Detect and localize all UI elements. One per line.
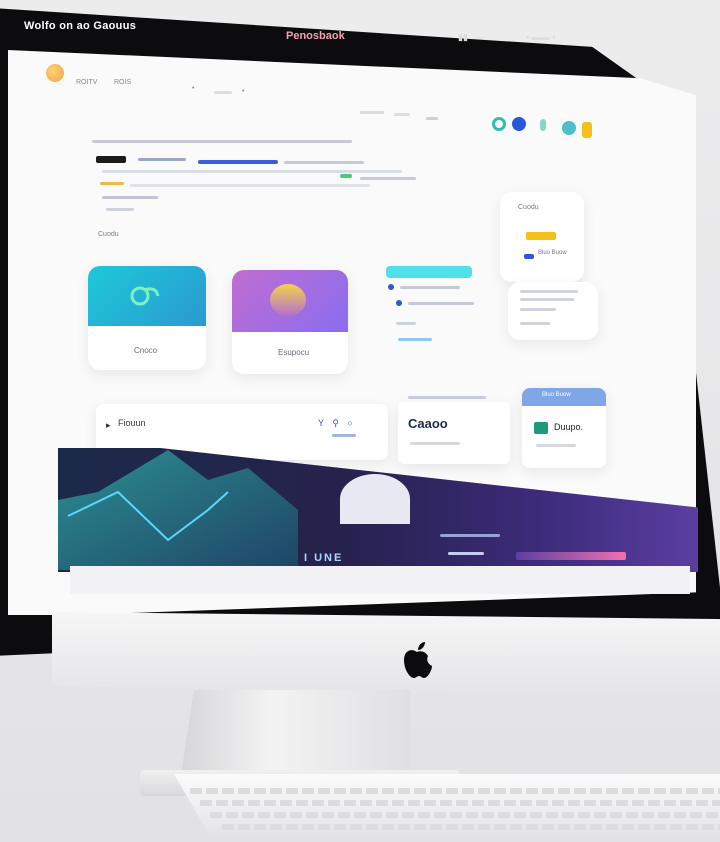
card-purple[interactable]: Esupocu [232, 270, 348, 374]
search-action-icons[interactable]: Y ⚲ ○ [318, 418, 356, 429]
right-lower-line-1 [520, 290, 578, 293]
bottom-right-header: Bluo Buow [522, 388, 606, 406]
header-line-6 [130, 184, 370, 187]
bottom-card-title: Caaoo [408, 416, 448, 431]
bottom-right-button[interactable]: Bluo Buow [542, 392, 571, 398]
bottom-right-card[interactable]: Bluo Buow Duupo. [522, 388, 606, 468]
nav-dot-icon-2: • [242, 88, 245, 95]
mountain-graphic [58, 450, 298, 570]
bottom-card[interactable]: Caaoo [398, 396, 510, 464]
right-card-tag: Bluo Buow [538, 250, 567, 256]
topbar-text-line-3 [426, 117, 438, 120]
wifi-icon: ▮▮ [458, 32, 468, 42]
key-row-1 [190, 788, 720, 794]
card-teal-header [88, 266, 206, 326]
banner-line-2 [448, 552, 484, 555]
list-bullet-1 [388, 284, 394, 290]
header-green-tag [340, 174, 352, 178]
nav-line [214, 91, 232, 94]
section-label: Cuodu [98, 231, 119, 238]
right-lower-line-2 [520, 298, 574, 301]
bottom-right-text: Duupo. [554, 422, 584, 432]
keyboard[interactable] [174, 774, 720, 836]
list-line-1 [400, 286, 460, 289]
search-icon[interactable]: ▸ [106, 420, 111, 431]
banner-gradient-bar [516, 552, 626, 560]
notification-badge-icon[interactable] [582, 122, 592, 138]
menubar-line-icon: — [478, 32, 487, 42]
key-row-4 [222, 824, 720, 830]
header-line-3 [284, 161, 364, 164]
apple-logo-icon [404, 642, 432, 678]
monitor-stand [180, 690, 410, 782]
app-logo[interactable] [46, 64, 64, 82]
bottom-card-line [410, 442, 460, 445]
bell-icon[interactable] [512, 117, 526, 131]
planet-icon [270, 284, 306, 316]
mail-icon[interactable] [492, 117, 506, 131]
right-lower-line-4 [520, 322, 550, 325]
search-sub-line [332, 434, 356, 437]
right-card-yellow-bar [526, 232, 556, 240]
card-teal[interactable]: Cnoco [88, 266, 206, 370]
header-dark-pill [96, 156, 126, 163]
right-card-title: Cuodu [518, 204, 539, 211]
header-line-5 [360, 177, 416, 180]
doc-icon [534, 422, 548, 434]
topbar-text-line-2 [394, 113, 410, 116]
search-input[interactable]: Fiouun [118, 418, 146, 428]
header-line-1 [92, 140, 352, 143]
right-card-tag-icon [524, 254, 534, 259]
header-line-8 [106, 208, 134, 211]
key-row-3 [210, 812, 720, 818]
header-line-7 [102, 196, 158, 199]
card-purple-label: Esupocu [278, 348, 310, 357]
link-icon [130, 286, 160, 306]
banner-text: I UNE [304, 552, 344, 564]
header-yellow-tag [100, 182, 124, 185]
right-lower-line-3 [520, 308, 556, 311]
settings-icon[interactable] [540, 119, 546, 131]
battery-icon: ▪ ▬▬ ▪ [526, 32, 556, 42]
list-line-4 [398, 338, 432, 341]
computer-monitor: Wolfo on ao Gaouus Penosbaok ▮▮ — ▪ ▬▬ ▪… [0, 0, 720, 842]
header-link-line[interactable] [198, 160, 278, 164]
banner-circle-graphic [340, 474, 410, 524]
right-card-lower[interactable] [508, 282, 598, 340]
header-line-2 [138, 158, 186, 161]
nav-item-1[interactable]: ROITV [76, 79, 97, 86]
topbar-text-line [360, 111, 384, 114]
menubar: Wolfo on ao Gaouus Penosbaok ▮▮ — ▪ ▬▬ ▪ [0, 18, 720, 50]
key-row-2 [200, 800, 720, 806]
list-bullet-2 [396, 300, 402, 306]
nav-item-2[interactable]: ROIS [114, 79, 131, 86]
bottom-right-line [536, 444, 576, 447]
card-teal-label: Cnoco [134, 346, 158, 355]
list-line-3 [396, 322, 416, 325]
bottom-strip [70, 566, 690, 594]
bottom-card-top-line [408, 396, 486, 399]
right-card[interactable]: Cuodu Bluo Buow [500, 192, 584, 282]
banner-line-1 [440, 534, 500, 537]
profile-icon[interactable] [562, 121, 576, 135]
card-purple-header [232, 270, 348, 332]
nav-dot-icon: • [192, 85, 195, 92]
header-line-4 [102, 170, 402, 173]
menubar-title: Penosbaok [286, 30, 345, 42]
list-highlight-bar[interactable] [386, 266, 472, 278]
list-line-2 [408, 302, 474, 305]
menubar-left-text: Wolfo on ao Gaouus [24, 20, 137, 32]
